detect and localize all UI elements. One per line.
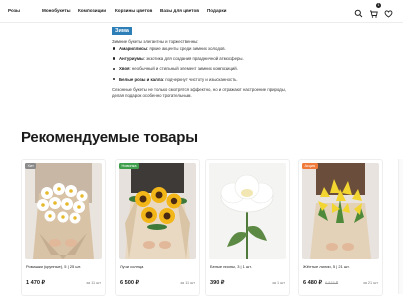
price-note: за 11 шт — [180, 281, 195, 285]
recommended-title: Рекомендуемые товары — [21, 129, 198, 146]
season-outro: Сезонные букеты не только смотрятся эффе… — [112, 87, 286, 99]
new-badge: Новинка — [119, 163, 139, 169]
list-item: Амариллисы: яркие акценты среди зимних х… — [112, 46, 244, 51]
nav-item-roses[interactable]: Розы — [8, 8, 20, 13]
price-note: за 11 шт — [86, 281, 101, 285]
top-navigation: Розы Монобукеты Композиции Корзины цвето… — [0, 0, 403, 23]
product-name[interactable]: Жёлтые лилии, 5 | 21 шт. — [303, 264, 350, 269]
product-card[interactable]: Хит Ромашки (крупные), 5 | 25 шт. 1 470 … — [21, 159, 106, 296]
product-name[interactable]: Белые пионы, 3 | 1 шт. — [210, 264, 252, 269]
old-price: 6 815 ₽ — [325, 281, 339, 285]
nav-item-monobouquets[interactable]: Монобукеты — [42, 8, 71, 13]
nav-item-gifts[interactable]: Подарки — [207, 8, 226, 13]
list-item: Белые розы и калла: подчеркнут чистоту и… — [112, 77, 244, 82]
next-card-peek[interactable] — [398, 159, 403, 294]
product-image[interactable] — [209, 163, 286, 259]
list-item: Хвоя: необычный и стильный элемент зимни… — [112, 66, 244, 71]
cart-count-badge: 1 — [376, 3, 381, 8]
list-item: Антуриумы: экзотика для создания праздни… — [112, 56, 244, 61]
sale-badge: Акция — [302, 163, 318, 169]
product-price: 390 ₽ — [210, 280, 225, 286]
product-name[interactable]: Ромашки (крупные), 5 | 25 шт. — [26, 264, 81, 269]
nav-icon-group: 1 — [354, 3, 393, 18]
product-card[interactable]: Новинка Лучи солнца 6 500 ₽ за 11 шт — [115, 159, 200, 296]
season-intro: Зимние букеты элегантны и торжественны: — [112, 39, 199, 44]
cart-icon[interactable]: 1 — [369, 3, 381, 18]
product-card[interactable]: Белые пионы, 3 | 1 шт. 390 ₽ за 1 шт — [205, 159, 290, 296]
product-image[interactable] — [25, 163, 102, 259]
nav-item-compositions[interactable]: Композиции — [78, 8, 106, 13]
nav-item-vases[interactable]: Вазы для цветов — [160, 8, 199, 13]
hit-badge: Хит — [25, 163, 37, 169]
product-name[interactable]: Лучи солнца — [120, 264, 143, 269]
price-note: за 21 шт — [363, 281, 378, 285]
season-bullet-list: Амариллисы: яркие акценты среди зимних х… — [112, 46, 244, 87]
product-price: 6 500 ₽ — [120, 280, 140, 286]
product-image[interactable] — [302, 163, 379, 259]
product-price: 6 480 ₽6 815 ₽ — [303, 280, 339, 286]
product-price: 1 470 ₽ — [26, 280, 46, 286]
product-image[interactable] — [119, 163, 196, 259]
season-tag: Зима — [112, 27, 132, 35]
price-note: за 1 шт — [272, 281, 285, 285]
search-icon[interactable] — [354, 5, 363, 18]
heart-icon[interactable] — [384, 5, 393, 18]
product-card[interactable]: Акция Жёлтые лилии, 5 | 21 шт. 6 480 ₽6 … — [298, 159, 383, 296]
nav-item-flower-baskets[interactable]: Корзины цветов — [115, 8, 152, 13]
